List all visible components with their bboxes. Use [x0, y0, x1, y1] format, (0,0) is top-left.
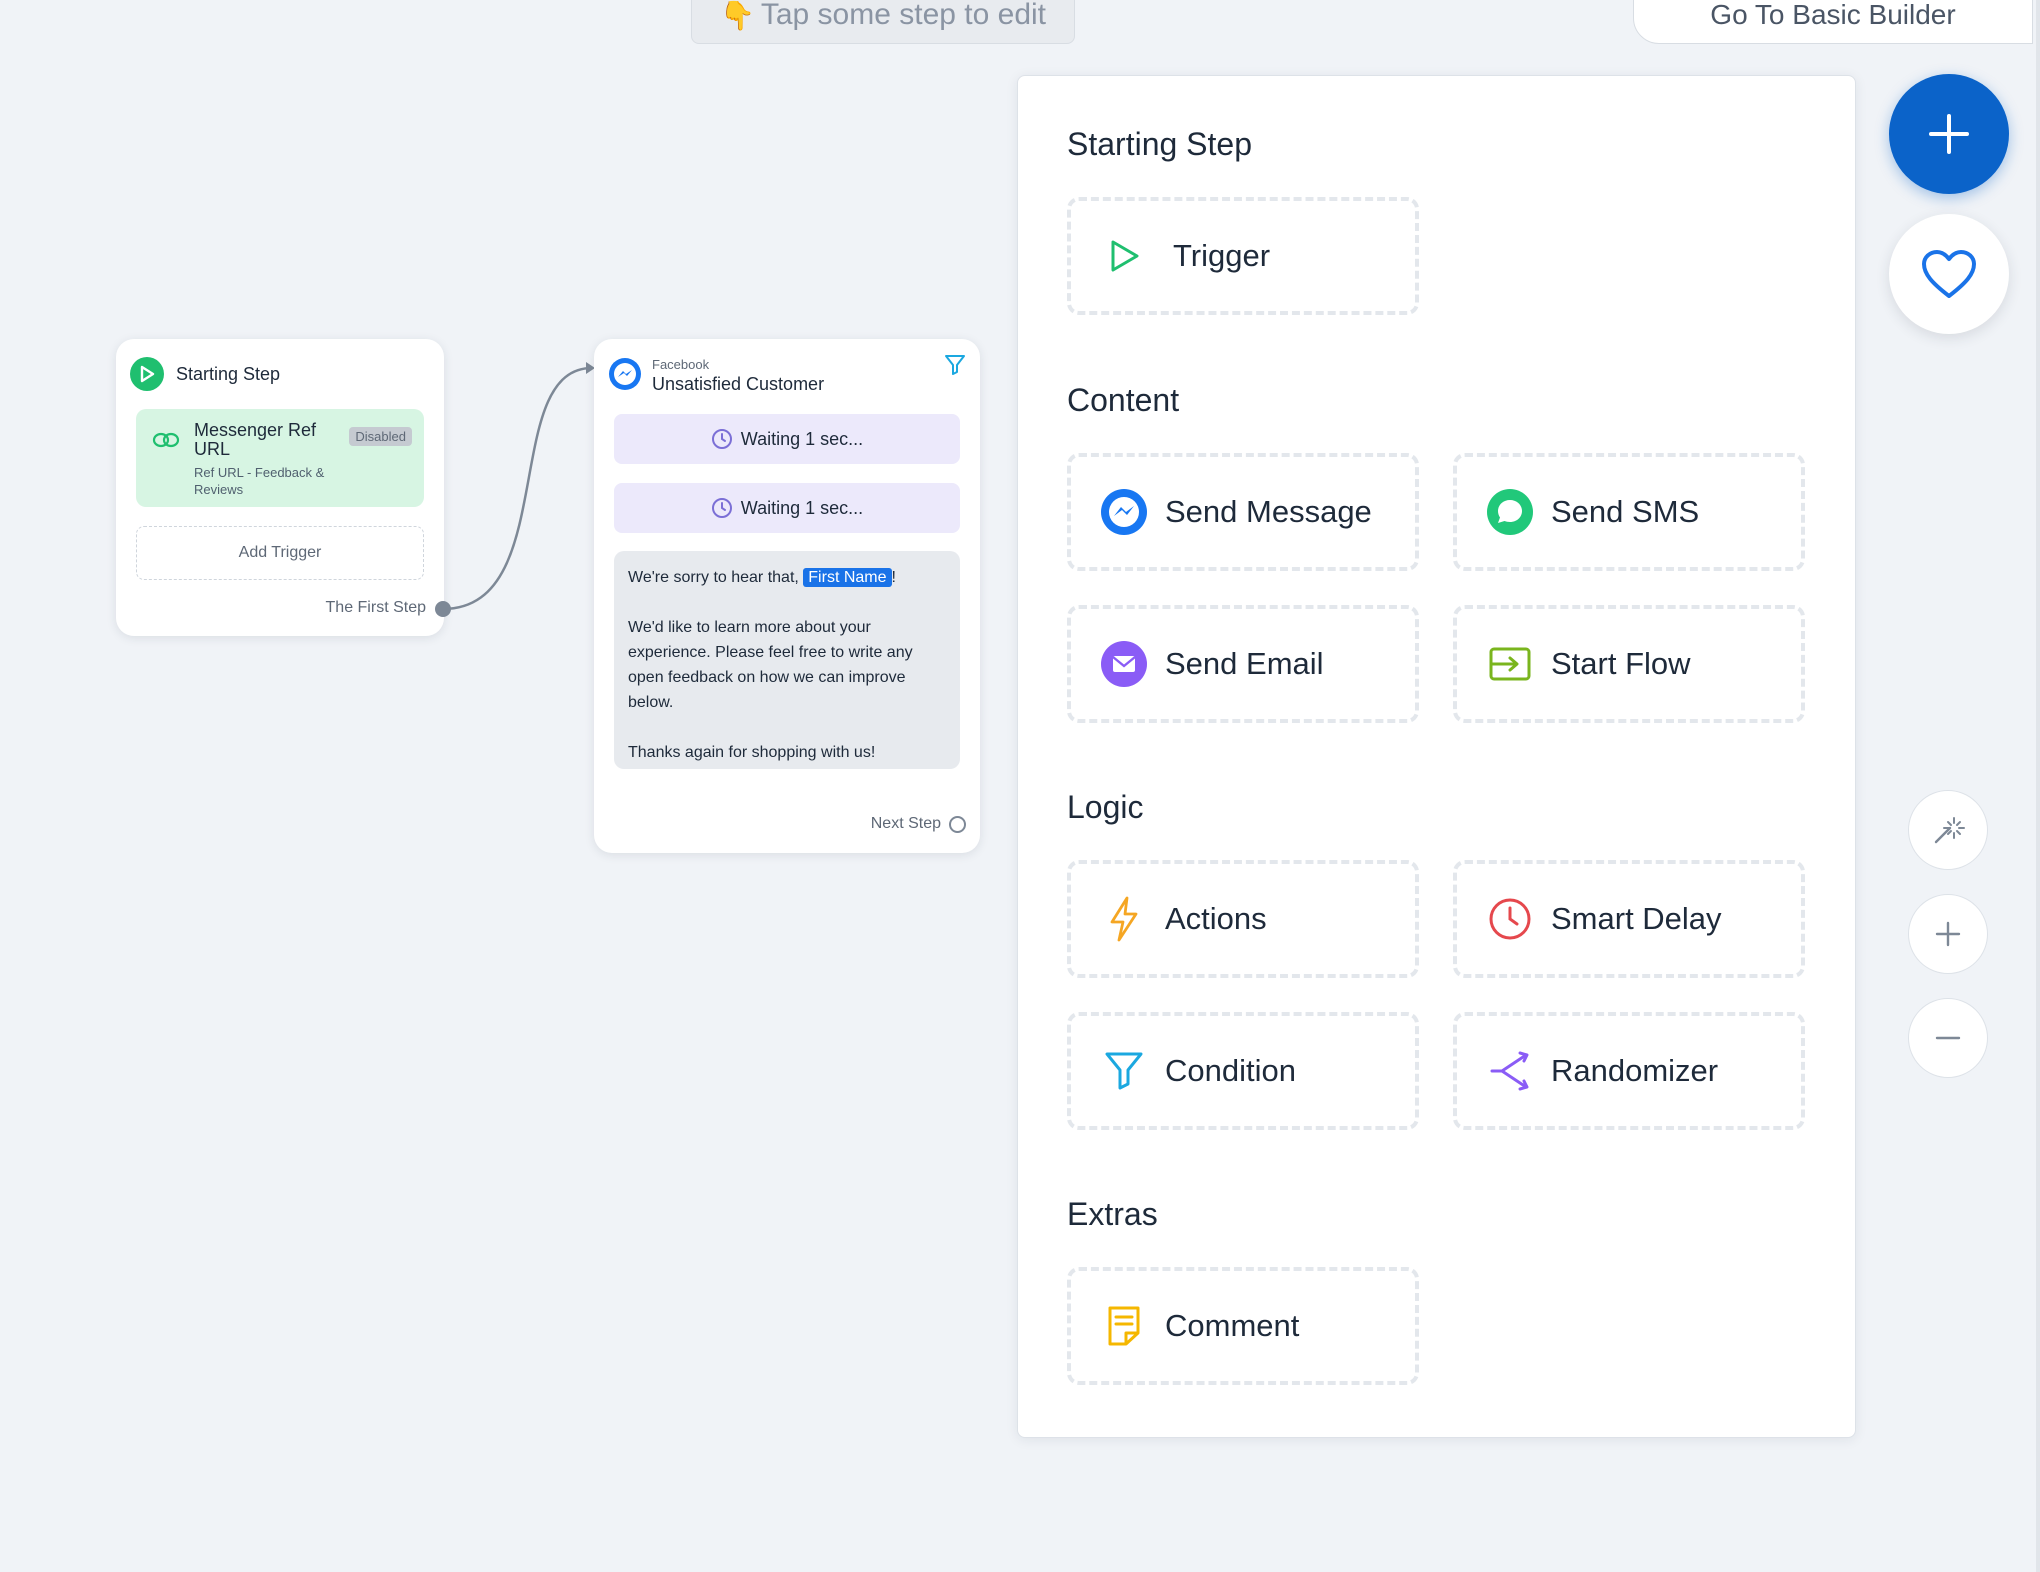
randomizer-icon	[1485, 1046, 1535, 1096]
auto-arrange-button[interactable]	[1908, 790, 1988, 870]
smart-delay-tile[interactable]: Smart Delay	[1453, 860, 1805, 978]
start-flow-icon	[1485, 639, 1535, 689]
next-step-label: Next Step	[870, 815, 941, 832]
magic-wand-icon	[1934, 817, 1965, 844]
plus-icon	[1929, 114, 1969, 154]
message-body: We'd like to learn more about your exper…	[628, 619, 913, 711]
messenger-ref-url-trigger[interactable]: Messenger Ref URL Ref URL - Feedback & R…	[136, 409, 424, 507]
message-step-node[interactable]: Facebook Unsatisfied Customer Waiting 1 …	[594, 339, 980, 853]
section-title-logic: Logic	[1067, 789, 1144, 825]
actions-tile[interactable]: Actions	[1067, 860, 1419, 978]
starting-step-node[interactable]: Starting Step Messenger Ref URL Ref URL …	[116, 339, 444, 636]
play-icon	[130, 357, 164, 391]
tile-label: Actions	[1165, 901, 1267, 936]
condition-tile[interactable]: Condition	[1067, 1012, 1419, 1130]
sms-icon	[1485, 487, 1535, 537]
message-greeting: We're sorry to hear that,	[628, 569, 804, 586]
variable-chip: First Name	[803, 568, 892, 587]
next-step-output[interactable]: Next Step	[871, 815, 966, 833]
play-icon	[1099, 231, 1149, 281]
lightning-icon	[1099, 894, 1149, 944]
tile-label: Send SMS	[1551, 494, 1700, 529]
tile-label: Comment	[1165, 1308, 1300, 1343]
comment-tile[interactable]: Comment	[1067, 1267, 1419, 1385]
right-scrollbar-track[interactable]	[2036, 0, 2040, 1572]
zoom-out-button[interactable]	[1908, 998, 1988, 1078]
status-badge: Disabled	[349, 427, 412, 446]
section-title-extras: Extras	[1067, 1196, 1158, 1232]
wait-label: Waiting 1 sec...	[740, 428, 864, 449]
wait-block[interactable]: Waiting 1 sec...	[614, 483, 960, 533]
message-bubble[interactable]: We're sorry to hear that, First Name! We…	[614, 551, 960, 769]
heart-icon	[1922, 250, 1976, 298]
send-message-tile[interactable]: Send Message	[1067, 453, 1419, 571]
first-step-label: The First Step	[325, 599, 426, 616]
node-platform: Facebook	[652, 357, 710, 372]
comment-icon	[1099, 1301, 1149, 1351]
add-step-button[interactable]	[1889, 74, 2009, 194]
tile-label: Smart Delay	[1551, 901, 1722, 936]
filter-icon	[1099, 1046, 1149, 1096]
step-picker-panel: Starting Step Trigger Content Send Messa…	[1017, 75, 1856, 1438]
link-icon	[152, 431, 180, 454]
tile-label: Randomizer	[1551, 1053, 1719, 1088]
wait-block[interactable]: Waiting 1 sec...	[614, 414, 960, 464]
minus-icon	[1935, 1036, 1961, 1040]
message-closing: Thanks again for shopping with us!	[628, 744, 876, 761]
messenger-icon	[608, 357, 642, 396]
send-email-tile[interactable]: Send Email	[1067, 605, 1419, 723]
first-step-connector-handle[interactable]	[435, 601, 451, 617]
section-title-content: Content	[1067, 382, 1180, 418]
trigger-title: Messenger Ref URL	[194, 420, 317, 459]
trigger-tile[interactable]: Trigger	[1067, 197, 1419, 315]
clock-icon	[1485, 894, 1535, 944]
filter-icon[interactable]	[944, 353, 966, 382]
start-flow-tile[interactable]: Start Flow	[1453, 605, 1805, 723]
plus-icon	[1935, 921, 1961, 947]
add-trigger-button[interactable]: Add Trigger	[136, 526, 424, 580]
message-greeting-end: !	[891, 569, 896, 586]
next-step-connector-handle[interactable]	[949, 815, 966, 833]
send-sms-tile[interactable]: Send SMS	[1453, 453, 1805, 571]
email-icon	[1099, 639, 1149, 689]
favorite-button[interactable]	[1889, 214, 2009, 334]
clock-icon	[711, 498, 732, 518]
randomizer-tile[interactable]: Randomizer	[1453, 1012, 1805, 1130]
tile-label: Send Message	[1165, 494, 1372, 529]
starting-step-title: Starting Step	[176, 363, 281, 384]
tile-label: Start Flow	[1551, 646, 1691, 681]
clock-icon	[711, 429, 732, 449]
wait-label: Waiting 1 sec...	[740, 497, 864, 518]
tile-label: Send Email	[1165, 646, 1324, 681]
messenger-icon	[1099, 487, 1149, 537]
tile-label: Trigger	[1173, 238, 1271, 273]
section-title-starting-step: Starting Step	[1067, 126, 1252, 162]
tile-label: Condition	[1165, 1053, 1296, 1088]
node-title: Unsatisfied Customer	[652, 374, 825, 394]
trigger-subtitle: Ref URL - Feedback & Reviews	[194, 465, 325, 497]
zoom-in-button[interactable]	[1908, 894, 1988, 974]
